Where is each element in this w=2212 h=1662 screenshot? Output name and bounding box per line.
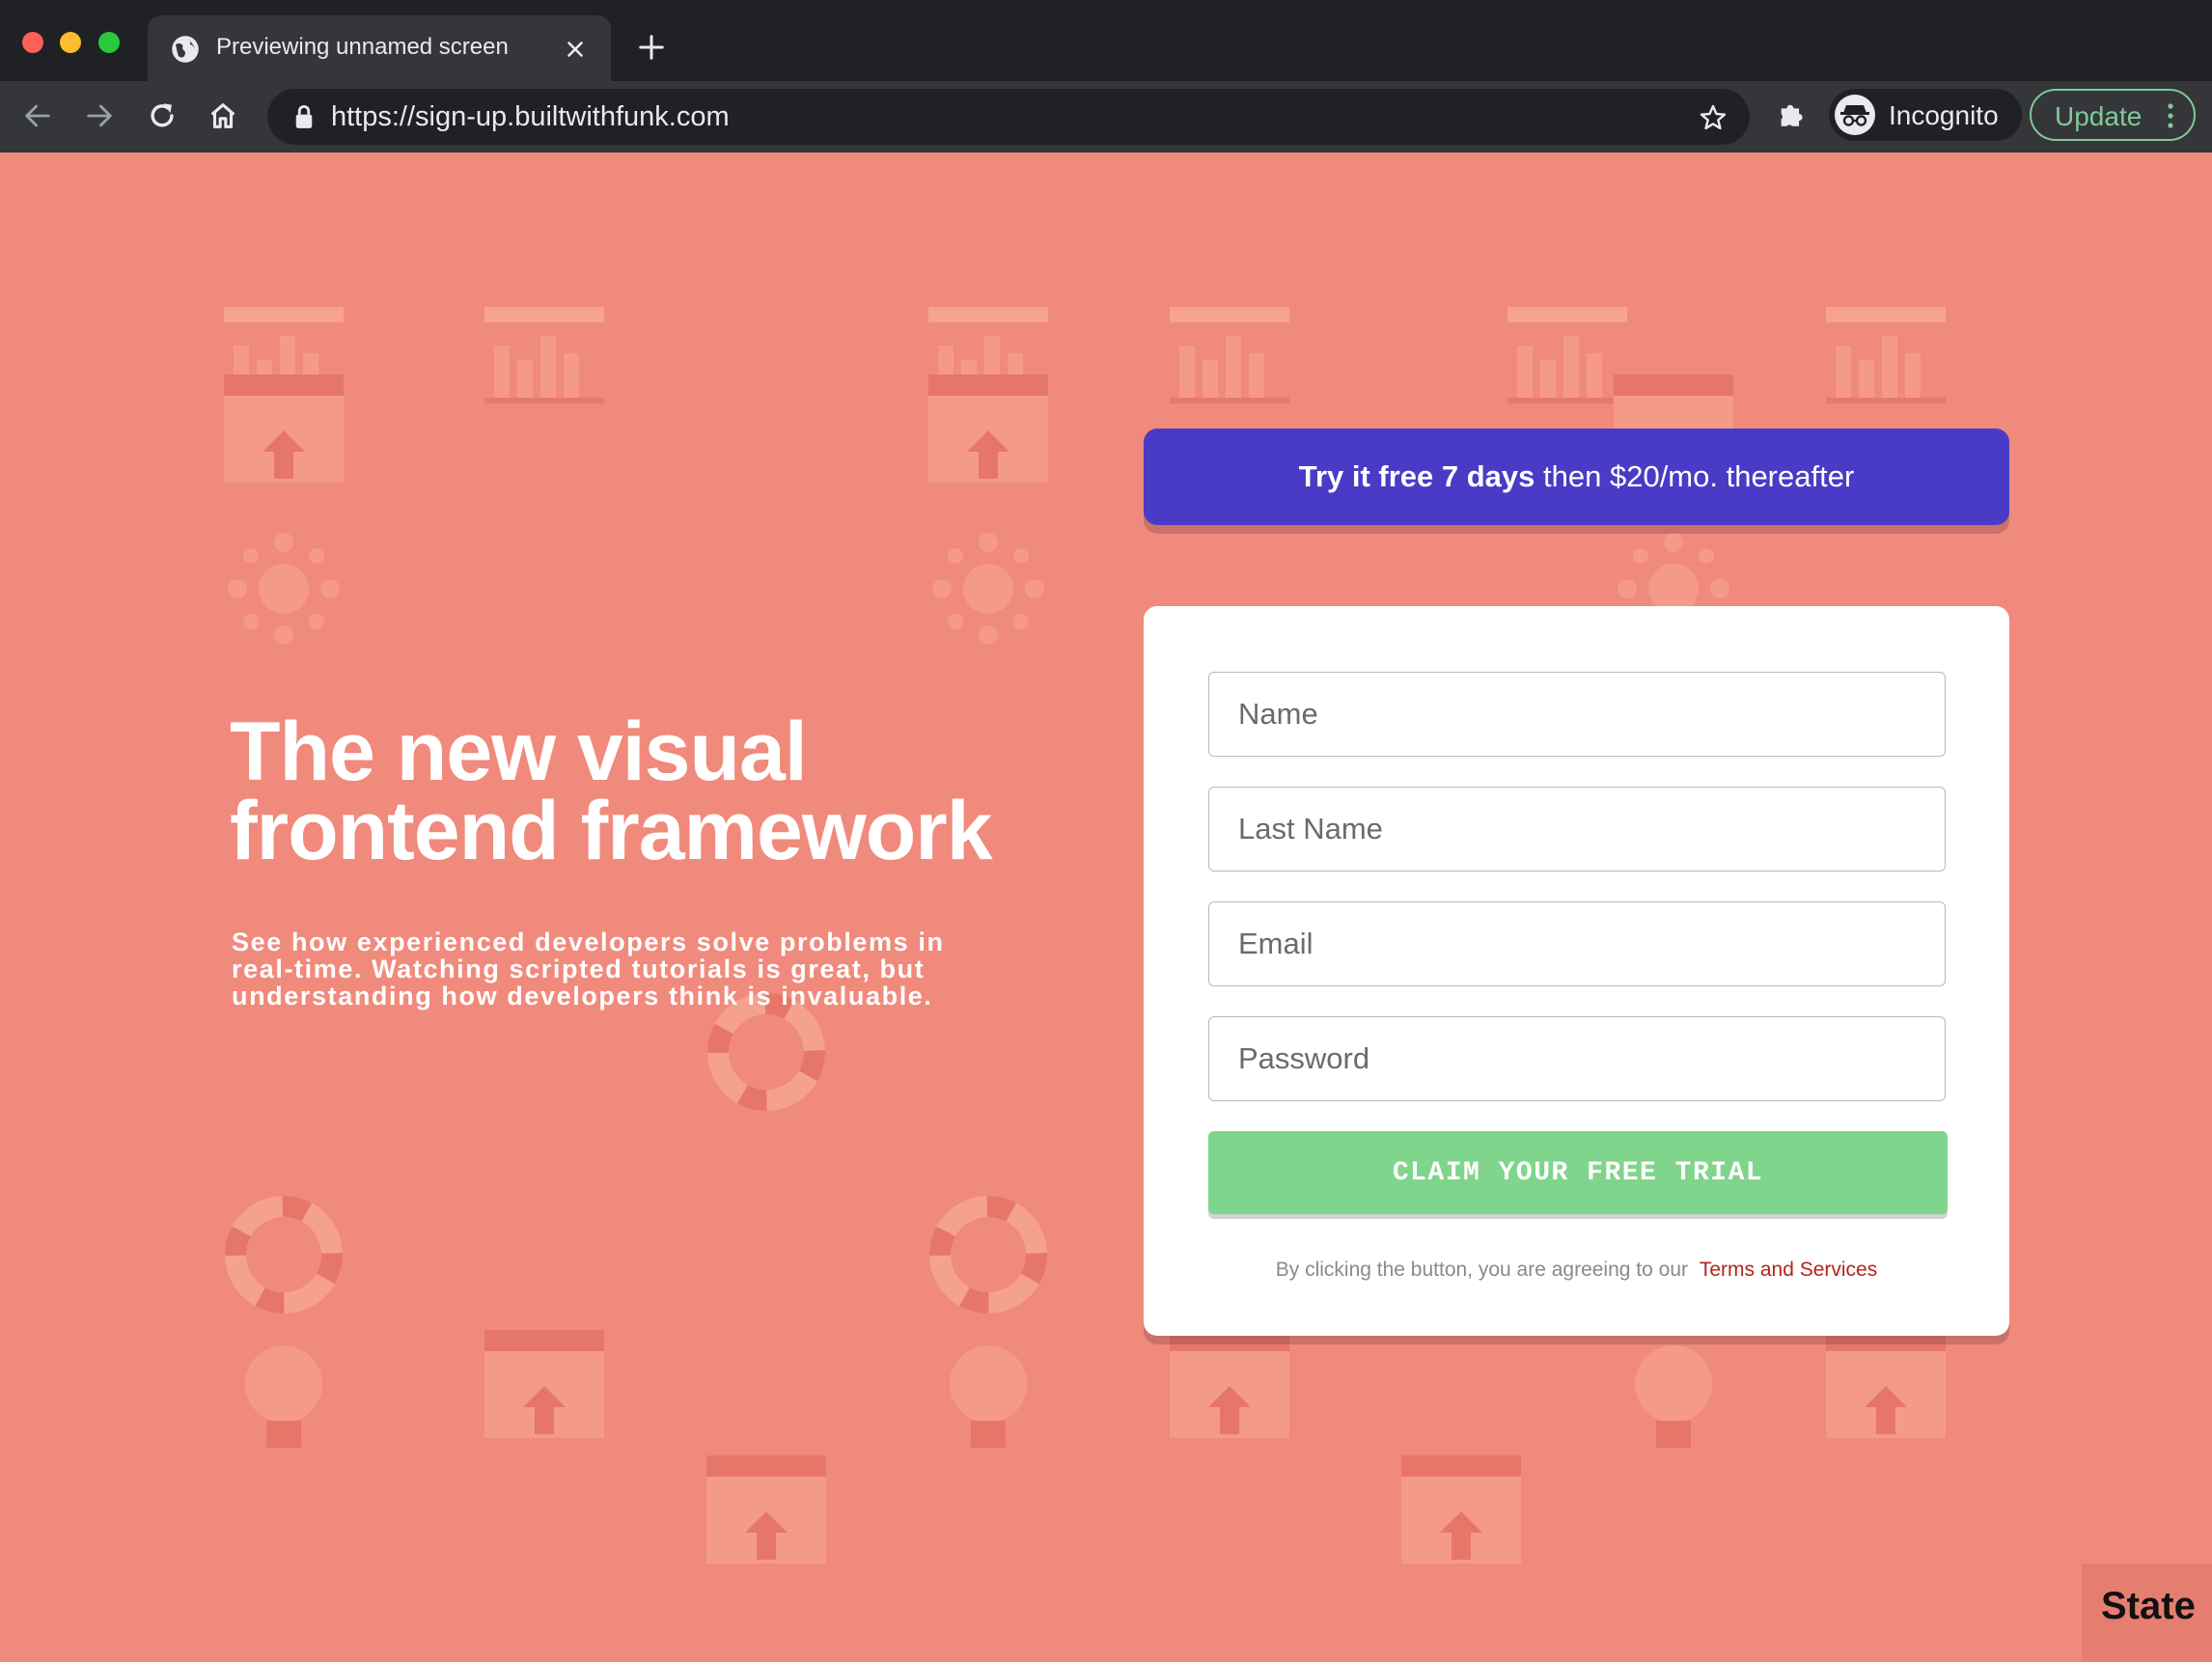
window-close-button[interactable] xyxy=(22,32,43,53)
window-zoom-button[interactable] xyxy=(98,32,120,53)
window-minimize-button[interactable] xyxy=(60,32,81,53)
terms-and-services-link[interactable]: Terms and Services xyxy=(1700,1259,1877,1281)
free-trial-price-text: then $20/mo. thereafter xyxy=(1535,459,1855,493)
bookmark-star-icon[interactable] xyxy=(1698,102,1728,133)
terms-notice-text: By clicking the button, you are agreeing… xyxy=(1275,1259,1688,1281)
password-input[interactable] xyxy=(1208,1016,1946,1101)
new-tab-icon[interactable] xyxy=(637,33,666,62)
terms-notice: By clicking the button, you are agreeing… xyxy=(1144,1259,2009,1282)
incognito-label: Incognito xyxy=(1889,100,1999,130)
home-icon[interactable] xyxy=(207,99,239,132)
state-panel-toggle[interactable]: State xyxy=(2082,1564,2212,1662)
hero-subtitle: See how experienced developers solve pro… xyxy=(232,928,945,1011)
claim-free-trial-button[interactable]: CLAIM YOUR FREE TRIAL xyxy=(1208,1131,1948,1214)
last-name-input[interactable] xyxy=(1208,787,1946,872)
incognito-icon xyxy=(1835,95,1875,135)
globe-icon xyxy=(172,36,199,63)
forward-arrow-icon[interactable] xyxy=(83,99,116,132)
address-bar[interactable]: https://sign-up.builtwithfunk.com xyxy=(267,89,1750,145)
name-input[interactable] xyxy=(1208,672,1946,757)
lock-icon[interactable] xyxy=(292,104,316,129)
close-icon[interactable] xyxy=(563,37,588,62)
browser-tab[interactable]: Previewing unnamed screen xyxy=(148,15,611,81)
reload-icon[interactable] xyxy=(146,99,179,132)
update-button[interactable]: Update xyxy=(2030,89,2196,141)
update-label: Update xyxy=(2055,101,2143,131)
signup-form-card: CLAIM YOUR FREE TRIAL By clicking the bu… xyxy=(1144,606,2009,1336)
tab-title: Previewing unnamed screen xyxy=(216,34,509,60)
free-trial-bold-text: Try it free 7 days xyxy=(1298,459,1535,493)
state-label: State xyxy=(2101,1585,2196,1627)
url-text[interactable]: https://sign-up.builtwithfunk.com xyxy=(331,101,730,133)
back-arrow-icon[interactable] xyxy=(21,99,54,132)
hero-title-line2: frontend framework xyxy=(230,785,993,877)
free-trial-banner: Try it free 7 days then $20/mo. thereaft… xyxy=(1144,429,2009,525)
page-viewport: The new visual frontend framework See ho… xyxy=(0,152,2212,1662)
kebab-menu-icon[interactable] xyxy=(2165,102,2176,129)
browser-title-bar: Previewing unnamed screen xyxy=(0,0,2212,81)
incognito-profile-button[interactable]: Incognito xyxy=(1829,89,2022,141)
extensions-puzzle-icon[interactable] xyxy=(1776,97,1809,130)
hero-title: The new visual frontend framework xyxy=(230,710,1098,873)
email-input[interactable] xyxy=(1208,901,1946,986)
